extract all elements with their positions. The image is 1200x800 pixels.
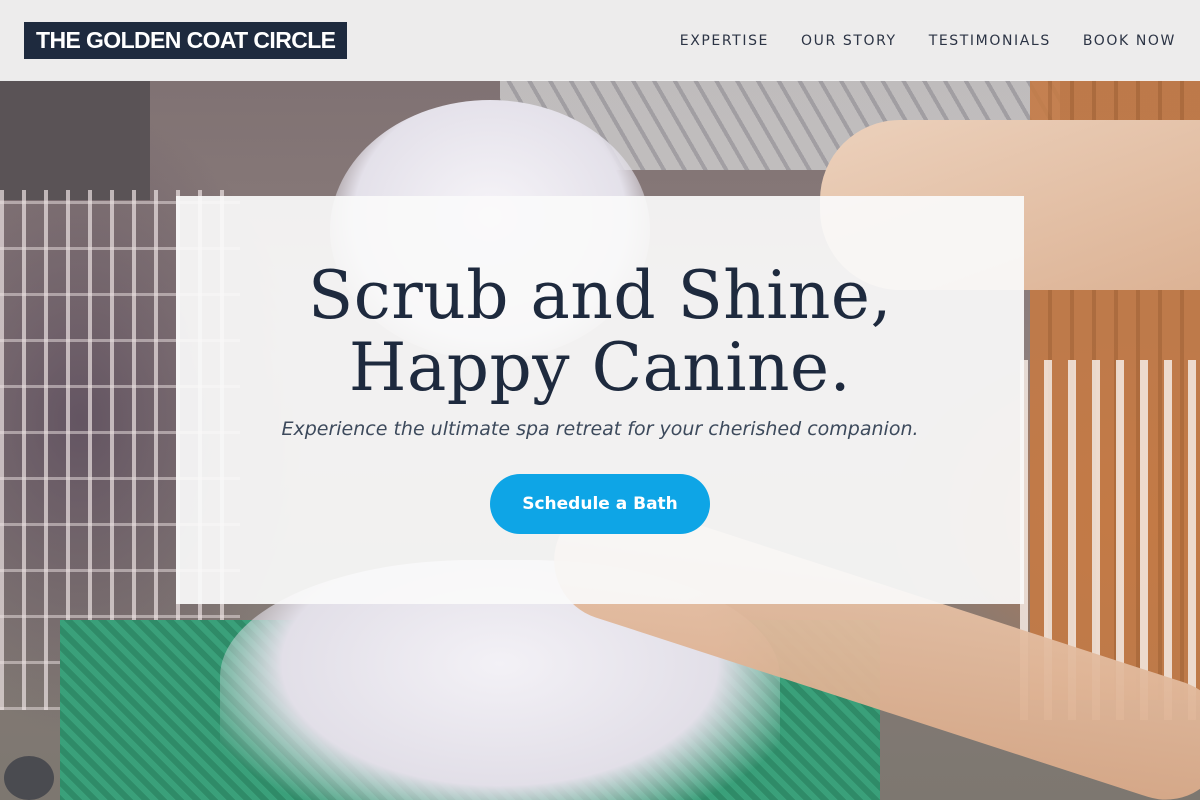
hero-subtitle: Experience the ultimate spa retreat for … [281,418,919,440]
schedule-bath-button[interactable]: Schedule a Bath [490,474,710,534]
nav-item-expertise[interactable]: EXPERTISE [680,33,769,49]
site-logo[interactable]: THE GOLDEN COAT CIRCLE [24,22,348,59]
main-nav: EXPERTISE OUR STORY TESTIMONIALS BOOK NO… [680,33,1176,49]
hero-title: Scrub and Shine, Happy Canine. [176,260,1024,404]
hero-card: Scrub and Shine, Happy Canine. Experienc… [176,196,1024,604]
nav-item-book-now[interactable]: BOOK NOW [1083,33,1176,49]
grooming-tool [4,756,54,800]
nav-item-our-story[interactable]: OUR STORY [801,33,897,49]
site-header: THE GOLDEN COAT CIRCLE EXPERTISE OUR STO… [0,0,1200,81]
hero-title-line-2: Happy Canine. [348,329,852,406]
nav-item-testimonials[interactable]: TESTIMONIALS [929,33,1051,49]
background-window [0,80,150,200]
hero-title-line-1: Scrub and Shine, [308,257,892,334]
